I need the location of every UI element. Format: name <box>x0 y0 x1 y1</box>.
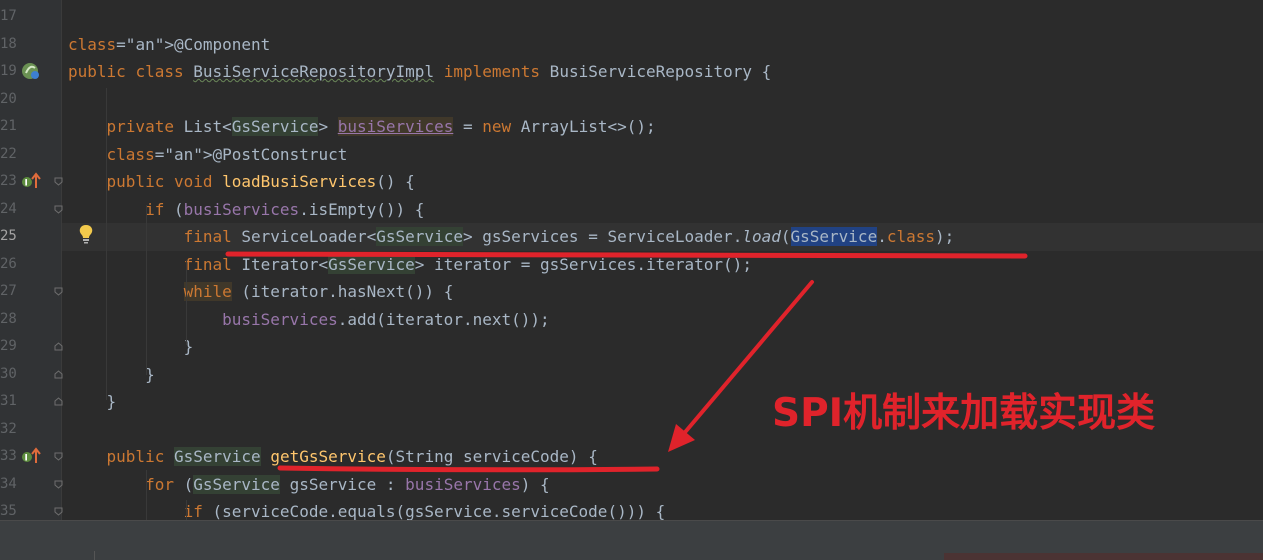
underline-mark <box>225 251 1028 259</box>
indent-guide <box>146 470 147 520</box>
underline-mark <box>277 465 660 473</box>
bottom-tool-bar <box>0 520 1263 560</box>
annotation-overlay <box>225 251 1028 473</box>
indent-guide <box>186 500 187 520</box>
indent-guide <box>106 88 107 400</box>
annotation-label: SPI机制来加载实现类 <box>772 391 1156 436</box>
indent-guide <box>146 205 147 375</box>
indent-guide <box>186 260 187 345</box>
